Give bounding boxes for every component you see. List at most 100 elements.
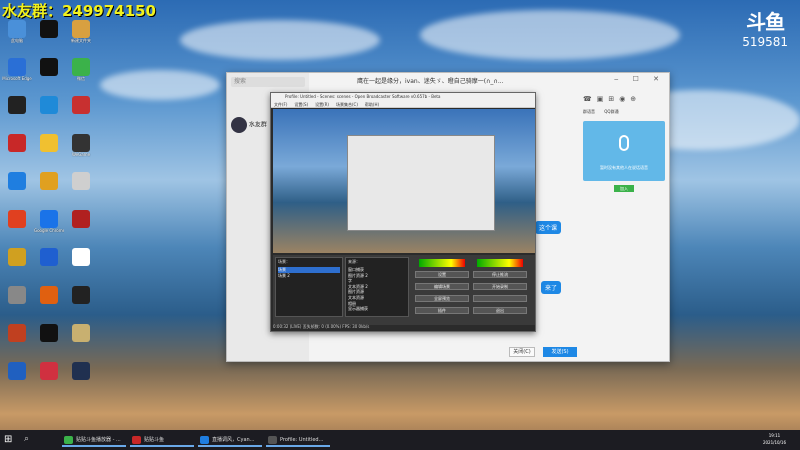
desktop-icon[interactable] [2, 324, 32, 358]
desktop-icon[interactable] [34, 20, 64, 54]
desktop-icon[interactable]: WeGame [66, 134, 96, 168]
obs-status: 0:00:32 (LIVE) 丢失帧数: 0 (0.00%) FPS: 30 0… [273, 324, 370, 329]
app-icon [40, 96, 58, 114]
app-icon [40, 210, 58, 228]
desktop-icon-label: Google Chrome [34, 228, 64, 233]
desktop-icon[interactable] [34, 324, 64, 358]
time: 19:11 [768, 433, 781, 438]
tab-voice[interactable]: 群语音 [583, 109, 595, 114]
search-input[interactable]: 搜索 [231, 77, 305, 87]
desktop-icon[interactable] [66, 96, 96, 130]
taskbar: ⊞ ⌕ 贴贴斗鱼播放器 - ... 贴贴斗鱼 直播调风，Cyan... Profile… [0, 430, 800, 450]
desktop-icon[interactable]: 此电脑 [2, 20, 32, 54]
obs-control-button[interactable]: 退出 [473, 307, 527, 314]
desktop-icon[interactable] [2, 134, 32, 168]
desktop-icon[interactable] [34, 172, 64, 206]
taskbar-item-label: 贴贴斗鱼 [144, 437, 165, 443]
tab-qq[interactable]: QQ群通 [604, 109, 618, 114]
scene-item[interactable]: 场景 2 [278, 273, 340, 279]
desktop-icon[interactable] [34, 362, 64, 396]
cloud [100, 70, 220, 100]
taskbar-item-label: Profile: Untitled... [280, 437, 324, 443]
desktop-icon-label: 新建文件夹 [71, 38, 91, 43]
app-icon [72, 248, 90, 266]
obs-docks: 场景： 场景 场景 2 来源： 窗口捕获 图片资源 2 字文本资源 2 图片资源 文本资源… [273, 255, 535, 325]
app-icon [8, 210, 26, 228]
desktop-icon[interactable] [66, 248, 96, 282]
desktop-icon[interactable] [66, 172, 96, 206]
desktop-icon[interactable] [66, 362, 96, 396]
taskbar-item[interactable]: 贴贴斗鱼 [130, 433, 194, 447]
source-item[interactable]: 显示器捕获 [348, 306, 406, 312]
contact-item[interactable]: 水友群 [231, 117, 267, 133]
desktop-icon[interactable] [34, 58, 64, 92]
panel-tabs: 群语音 QQ群通 [583, 109, 665, 115]
obs-control-button[interactable]: 插件 [415, 307, 469, 314]
desktop-icon[interactable]: Google Chrome [34, 210, 64, 244]
send-button[interactable]: 发送(S) [543, 347, 577, 357]
desktop-icon[interactable] [2, 286, 32, 320]
desktop-icon[interactable] [66, 210, 96, 244]
join-voice-button[interactable]: 加入 [614, 185, 634, 192]
app-icon [72, 362, 90, 380]
app-icon [8, 96, 26, 114]
sources-label: 来源： [348, 259, 360, 264]
desktop-icon[interactable] [34, 134, 64, 168]
desktop-icon-label: 微信 [77, 76, 85, 81]
desktop-icon[interactable] [2, 210, 32, 244]
obs-control-button[interactable]: 开始录制 [473, 283, 527, 290]
obs-control-button[interactable]: 全屏预览 [415, 295, 469, 302]
nested-screen-capture [347, 135, 495, 231]
desktop-icon[interactable] [2, 96, 32, 130]
windows-start-icon[interactable]: ⊞ [4, 434, 12, 445]
obs-control-button[interactable]: 设置 [415, 271, 469, 278]
taskbar-item[interactable]: Profile: Untitled... [266, 433, 330, 447]
taskbar-item-label: 贴贴斗鱼播放器 - ... [76, 437, 121, 443]
menu-item[interactable]: 文件(F) [274, 102, 287, 107]
search-icon[interactable]: ⌕ [24, 434, 29, 444]
app-icon [40, 20, 58, 38]
obs-control-button[interactable]: 编辑场景 [415, 283, 469, 290]
app-icon [8, 58, 26, 76]
desktop-icon[interactable] [34, 96, 64, 130]
douyu-watermark: 斗鱼 519581 [742, 6, 788, 49]
menu-item[interactable]: 设置(S) [294, 102, 308, 107]
app-icon [40, 362, 58, 380]
desktop-icon[interactable] [34, 286, 64, 320]
menu-item[interactable]: 场景集合(C) [336, 102, 358, 107]
taskbar-item[interactable]: 直播调风，Cyan... [198, 433, 262, 447]
toolbar-icons[interactable]: ☎▣⊞◉⊕ [583, 95, 641, 103]
volume-meter-left[interactable] [419, 259, 465, 267]
window-controls[interactable]: ‒ ☐ ✕ [614, 75, 665, 83]
date: 2021/10/16 [762, 440, 786, 445]
app-icon [40, 172, 58, 190]
avatar [231, 117, 247, 133]
app-icon [8, 134, 26, 152]
menu-item[interactable]: 设置(R) [315, 102, 329, 107]
chat-title: 鹰在一起是缘分，ivan、迷失ゞ、瞪自己骑摩一(∩_∩... [357, 78, 504, 85]
desktop-icon[interactable] [66, 324, 96, 358]
app-icon [40, 286, 58, 304]
douyu-logo: 斗鱼 [746, 10, 785, 34]
desktop-icon[interactable]: 新建文件夹 [66, 20, 96, 54]
desktop-icon[interactable] [2, 172, 32, 206]
app-icon [8, 286, 26, 304]
desktop-icon[interactable]: Microsoft Edge [2, 58, 32, 92]
app-icon [8, 324, 26, 342]
app-icon [8, 248, 26, 266]
clock[interactable]: 19:11 2021/10/16 [763, 432, 786, 446]
obs-menubar: 文件(F) 设置(S) 设置(R) 场景集合(C) 帮助(H) [271, 101, 535, 108]
app-icon [72, 96, 90, 114]
taskbar-item[interactable]: 贴贴斗鱼播放器 - ... [62, 433, 126, 447]
desktop-icon[interactable] [2, 248, 32, 282]
menu-item[interactable]: 帮助(H) [365, 102, 379, 107]
desktop-icon[interactable]: 微信 [66, 58, 96, 92]
desktop-icon[interactable] [34, 248, 64, 282]
obs-control-button[interactable] [473, 295, 527, 302]
close-button[interactable]: 关闭(C) [509, 347, 535, 357]
desktop-icon-label: 此电脑 [11, 38, 23, 43]
obs-control-button[interactable]: 停止推流 [473, 271, 527, 278]
desktop-icon[interactable] [66, 286, 96, 320]
desktop-icon[interactable] [2, 362, 32, 396]
volume-meter-right[interactable] [477, 259, 523, 267]
